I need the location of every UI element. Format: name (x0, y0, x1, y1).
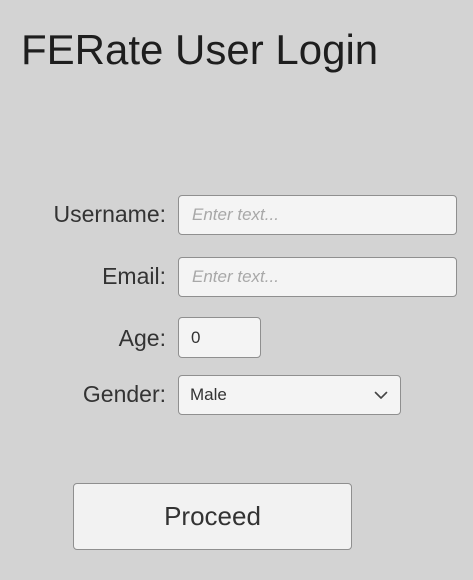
email-field-box[interactable] (178, 257, 457, 297)
username-input[interactable] (179, 196, 456, 234)
age-input[interactable] (179, 318, 260, 357)
page-title: FERate User Login (21, 26, 379, 73)
email-input[interactable] (179, 258, 456, 296)
gender-label: Gender: (82, 381, 166, 407)
chevron-down-icon (374, 388, 388, 402)
age-label: Age: (118, 325, 166, 351)
username-label: Username: (53, 201, 166, 227)
gender-selected-value: Male (190, 385, 227, 404)
username-field-box[interactable] (178, 195, 457, 235)
proceed-button[interactable]: Proceed (73, 483, 352, 550)
gender-select[interactable]: Male (178, 375, 401, 415)
email-label: Email: (102, 263, 166, 289)
age-field-box[interactable] (178, 317, 261, 358)
